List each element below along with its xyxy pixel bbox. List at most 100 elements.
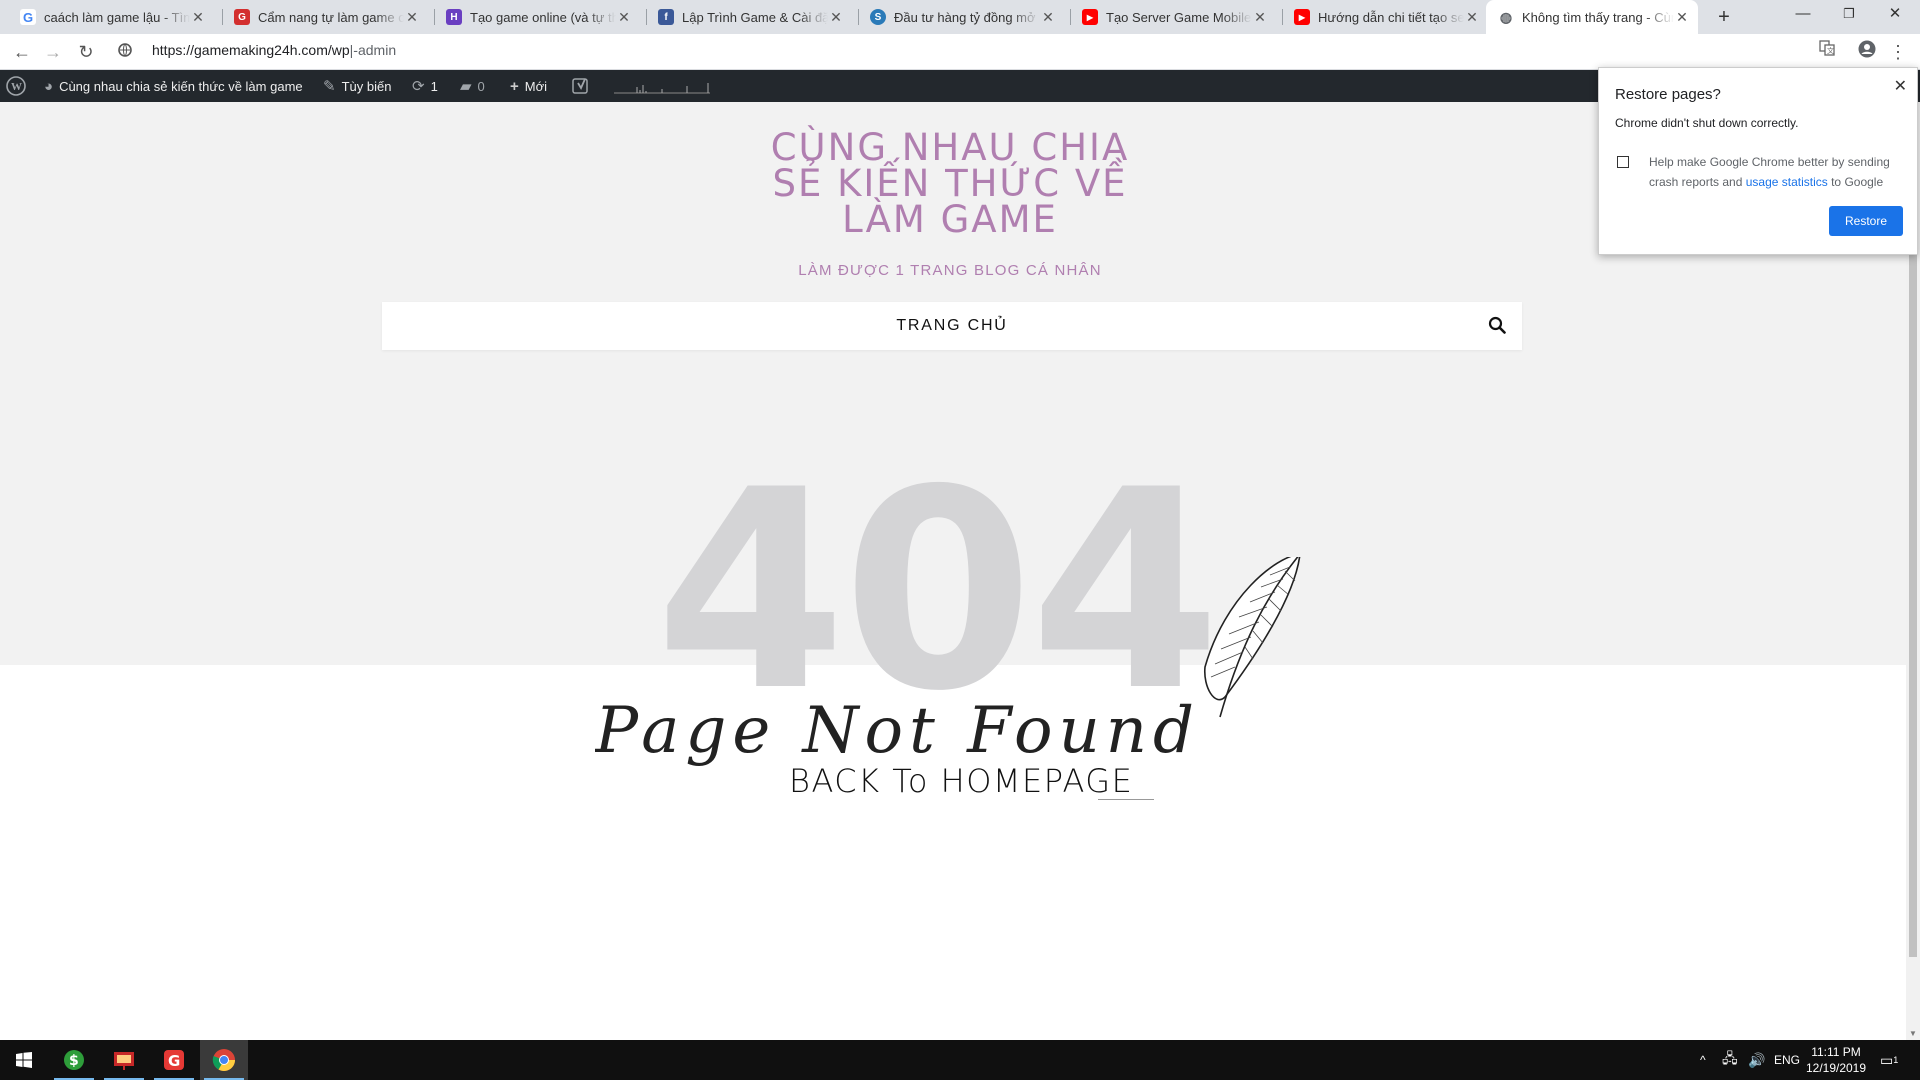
browser-toolbar: ← → ↻ https://gamemaking24h.com/wp|-admi… <box>0 34 1920 70</box>
svg-text:$: $ <box>69 1053 79 1069</box>
close-tab-icon[interactable]: ✕ <box>616 9 632 26</box>
menu-dots-icon[interactable]: ⋮ <box>1886 40 1910 64</box>
tab-strip: G caách làm game lậu - Tìm với Google ✕ … <box>0 0 1920 34</box>
back-link-underline <box>1098 799 1154 800</box>
feather-icon <box>1204 557 1301 718</box>
usage-statistics-link[interactable]: usage statistics <box>1746 175 1828 189</box>
wp-updates-link[interactable]: ⟳ 1 <box>412 70 438 102</box>
help-text-suffix: to Google <box>1827 175 1884 189</box>
back-to-homepage-link[interactable]: BACK To HOMEPAGE <box>789 762 1133 800</box>
wp-comments-count: 0 <box>477 78 485 94</box>
clock-date: 12/19/2019 <box>1805 1061 1867 1075</box>
wp-new-label: Mới <box>524 78 548 94</box>
crash-report-label: Help make Google Chrome better by sendin… <box>1649 152 1905 192</box>
search-icon[interactable] <box>1488 316 1506 339</box>
presentation-app-icon[interactable] <box>100 1040 148 1080</box>
reload-icon[interactable]: ↻ <box>74 40 98 64</box>
clock-time: 11:11 PM <box>1811 1045 1861 1059</box>
google-icon: G <box>20 9 36 25</box>
plus-icon: + <box>510 77 519 95</box>
crash-report-checkbox[interactable] <box>1617 156 1629 168</box>
close-icon[interactable]: ✕ <box>1894 76 1907 96</box>
tab-active-404[interactable]: ◍ Không tìm thấy trang - Cùng nhau ✕ <box>1486 0 1698 34</box>
address-bar[interactable]: https://gamemaking24h.com/wp|-admin <box>152 42 396 58</box>
tab-dau-tu[interactable]: S Đầu tư hàng tỷ đồng mở server ✕ <box>858 0 1064 34</box>
site-title[interactable]: CÙNG NHAU CHIA SẺ KIẾN THỨC VỀ LÀM GAME <box>740 129 1160 238</box>
tab-youtube-1[interactable]: ▶ Tạo Server Game Mobile Lậu ✕ <box>1070 0 1276 34</box>
tab-title: caách làm game lậu - Tìm với Google <box>44 9 190 25</box>
close-tab-icon[interactable]: ✕ <box>1674 9 1690 26</box>
close-tab-icon[interactable]: ✕ <box>404 9 420 26</box>
tab-title: Lập Trình Game & Cài đặt Máy chủ <box>682 9 828 25</box>
network-icon[interactable]: 🖧 <box>1722 1040 1738 1080</box>
wp-customize-label: Tùy biến <box>341 78 392 94</box>
wp-customize-link[interactable]: ✎ Tùy biến <box>323 70 391 102</box>
forward-arrow-icon[interactable]: → <box>41 40 65 64</box>
wp-site-link[interactable]: ◕ Cùng nhau chia sẻ kiến thức về làm gam… <box>44 70 303 102</box>
wp-comments-link[interactable]: ▰ 0 <box>460 70 485 102</box>
menu-item-home[interactable]: TRANG CHỦ <box>382 302 1522 350</box>
windows-start-icon[interactable] <box>0 1040 48 1080</box>
puzzle-icon: H <box>446 9 462 25</box>
notification-count: 1 <box>1893 1055 1899 1065</box>
tab-title: Tạo game online (và tự thiết kế) <box>470 9 616 25</box>
close-tab-icon[interactable]: ✕ <box>190 9 206 26</box>
dialog-title: Restore pages? <box>1615 86 1721 103</box>
swirl-icon: S <box>870 9 886 25</box>
tab-title: Hướng dẫn chi tiết tạo server <box>1318 9 1464 25</box>
wordpress-logo-icon[interactable]: W <box>6 70 26 102</box>
close-tab-icon[interactable]: ✕ <box>1464 9 1480 26</box>
tab-title: Tạo Server Game Mobile Lậu <box>1106 9 1252 25</box>
restore-window-button[interactable]: ❐ <box>1826 0 1872 30</box>
svg-text:W: W <box>11 81 22 93</box>
windows-taskbar: $ G ^ 🖧 🔊 ENG 11:11 PM 12/19/2019 ▭ 1 <box>0 1040 1920 1080</box>
svg-text:G: G <box>168 1052 180 1070</box>
tab-title: Cẩm nang tự làm game online <box>258 9 404 25</box>
tab-facebook[interactable]: f Lập Trình Game & Cài đặt Máy chủ ✕ <box>646 0 852 34</box>
tab-cam-nang[interactable]: G Cẩm nang tự làm game online ✕ <box>222 0 428 34</box>
dialog-message: Chrome didn't shut down correctly. <box>1615 116 1799 130</box>
facebook-icon: f <box>658 9 674 25</box>
site-info-icon[interactable] <box>113 40 137 64</box>
dashboard-icon: ◕ <box>44 77 54 95</box>
comment-icon: ▰ <box>460 78 472 95</box>
page-not-found-script: Page Not Found <box>595 694 1200 768</box>
tab-google-search[interactable]: G caách làm game lậu - Tìm với Google ✕ <box>8 0 214 34</box>
minimize-button[interactable]: — <box>1780 0 1826 30</box>
translate-icon[interactable]: 文 <box>1815 40 1839 64</box>
close-window-button[interactable]: ✕ <box>1872 0 1918 30</box>
globe-icon: ◍ <box>1498 8 1514 25</box>
gametv-icon: G <box>234 9 250 25</box>
money-app-icon[interactable]: $ <box>50 1040 98 1080</box>
tab-tao-game[interactable]: H Tạo game online (và tự thiết kế) ✕ <box>434 0 640 34</box>
tab-title: Đầu tư hàng tỷ đồng mở server <box>894 9 1040 25</box>
garena-app-icon[interactable]: G <box>150 1040 198 1080</box>
updates-icon: ⟳ <box>412 78 425 95</box>
profile-icon[interactable] <box>1855 40 1879 64</box>
taskbar-clock[interactable]: 11:11 PM 12/19/2019 <box>1796 1044 1876 1076</box>
site-tagline: LÀM ĐƯỢC 1 TRANG BLOG CÁ NHÂN <box>798 262 1102 279</box>
scroll-down-arrow-icon[interactable]: ▼ <box>1909 1029 1917 1038</box>
youtube-icon: ▶ <box>1294 9 1310 25</box>
close-tab-icon[interactable]: ✕ <box>1252 9 1268 26</box>
svg-text:文: 文 <box>1827 46 1834 55</box>
youtube-icon: ▶ <box>1082 9 1098 25</box>
tab-youtube-2[interactable]: ▶ Hướng dẫn chi tiết tạo server ✕ <box>1282 0 1488 34</box>
scrollbar-thumb[interactable] <box>1909 252 1917 957</box>
volume-icon[interactable]: 🔊 <box>1748 1040 1765 1080</box>
restore-button[interactable]: Restore <box>1829 206 1903 236</box>
wp-site-name: Cùng nhau chia sẻ kiến thức về làm game <box>59 78 303 94</box>
back-arrow-icon[interactable]: ← <box>10 40 34 64</box>
new-tab-button[interactable]: + <box>1710 4 1738 30</box>
wp-updates-count: 1 <box>430 78 438 94</box>
yoast-icon[interactable] <box>572 70 590 102</box>
notification-icon[interactable]: ▭ 1 <box>1880 1040 1898 1080</box>
tray-chevron-icon[interactable]: ^ <box>1700 1040 1706 1080</box>
close-tab-icon[interactable]: ✕ <box>1040 9 1056 26</box>
stats-sparkline-icon <box>612 70 712 102</box>
chrome-icon[interactable] <box>200 1040 248 1080</box>
wp-new-link[interactable]: + Mới <box>510 70 547 102</box>
close-tab-icon[interactable]: ✕ <box>828 9 844 26</box>
brush-icon: ✎ <box>323 78 336 95</box>
main-menu: TRANG CHỦ <box>382 302 1522 350</box>
